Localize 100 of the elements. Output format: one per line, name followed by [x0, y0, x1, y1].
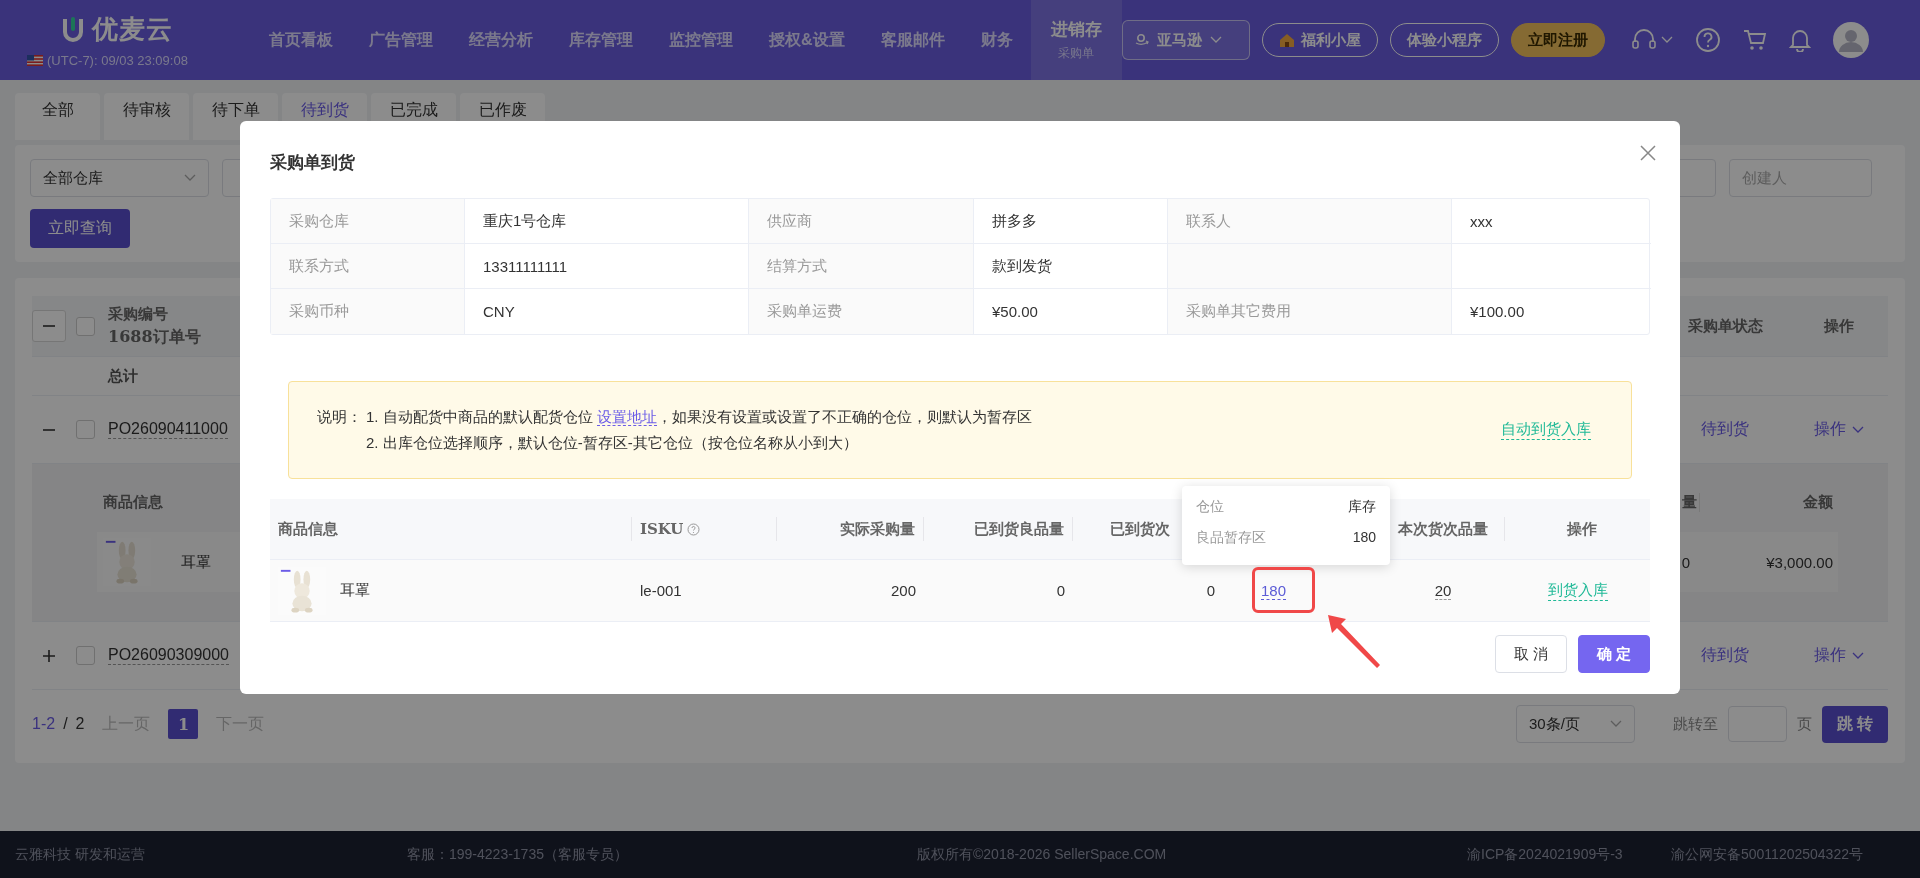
column-header: 1688订单号 [108, 326, 201, 349]
info-label: 联系方式 [289, 256, 349, 276]
page-separator: / [63, 715, 68, 733]
cancel-button[interactable]: 取 消 [1494, 635, 1567, 673]
nav-menu-item[interactable]: 经营分析 [469, 29, 533, 51]
dialog-title: 采购单到货 [270, 152, 355, 174]
notice-text: 2. 出库仓位选择顺序，默认仓位-暂存区-其它仓位（按仓位名称从小到大） [366, 434, 859, 452]
tab[interactable]: 全部 [15, 93, 100, 140]
checkbox[interactable] [76, 316, 95, 336]
arrow-icon [1326, 613, 1382, 669]
order-number-link[interactable]: PO26090411000 [108, 420, 228, 439]
info-label: 供应商 [767, 211, 812, 231]
cart-icon[interactable] [1742, 28, 1767, 52]
info-label: 联系人 [1186, 211, 1231, 231]
tab[interactable]: 待审核 [104, 93, 189, 140]
checkbox[interactable] [76, 420, 95, 439]
info-value: 款到发货 [992, 256, 1052, 276]
house-icon [1278, 32, 1295, 48]
info-label: 结算方式 [767, 256, 827, 276]
order-number-link[interactable]: PO26090309000 [108, 646, 229, 665]
goto-label: 跳转至 [1673, 714, 1718, 734]
info-value: xxx [1470, 212, 1493, 230]
footer-text: 云雅科技 研发和运营 [15, 845, 146, 864]
checkbox[interactable] [76, 646, 95, 665]
nav-menu-item[interactable]: 库存管理 [569, 29, 633, 51]
chevron-down-icon [1852, 425, 1864, 434]
flag-icon [27, 55, 43, 66]
actions-menu[interactable]: 操作 [1814, 645, 1864, 666]
quantity-field[interactable]: 20 [1434, 581, 1452, 600]
receive-link[interactable]: 到货入库 [1547, 580, 1608, 601]
table-cell: 0 [1206, 582, 1215, 599]
page-size-select[interactable]: 30条/页 [1516, 705, 1635, 743]
bell-icon[interactable] [1788, 28, 1811, 52]
nav-menu-item[interactable]: 监控管理 [669, 29, 733, 51]
tooltip-cell-text: 良品暂存区 [1196, 528, 1267, 547]
help-icon[interactable] [687, 522, 701, 536]
auto-receive-link[interactable]: 自动到货入库 [1501, 420, 1591, 440]
confirm-button[interactable]: 确 定 [1577, 635, 1650, 673]
notice-text: 1. 自动配货中商品的默认配货仓位 设置地址，如果没有设置或设置了不正确的仓位，则默认为暂存区 [366, 408, 1032, 426]
nav-menu-item[interactable]: 首页看板 [269, 29, 333, 51]
page-unit: 页 [1797, 714, 1812, 734]
stock-link[interactable]: 180 [1261, 581, 1287, 600]
column-header: 采购单状态 [1686, 316, 1764, 336]
nav-menu-item[interactable]: 财务 [980, 29, 1013, 51]
footer-text: 客服：199-4223-1735（客服专员） [407, 845, 629, 864]
tooltip-header: 库存 [1348, 498, 1376, 516]
product-name: 耳罩 [181, 552, 211, 572]
product-name: 耳罩 [340, 581, 370, 600]
nav-menu-item[interactable]: 授权&设置 [769, 29, 845, 51]
query-button[interactable]: 立即查询 [30, 209, 130, 248]
column-header: 金额 [1802, 492, 1834, 512]
footer-link[interactable]: 渝公网安备50011202504322号 [1671, 845, 1920, 864]
table-cell-text: 0 [1680, 553, 1691, 571]
clock-text: (UTC-7): 09/03 23:09:08 [47, 53, 188, 68]
highlight-frame [1252, 567, 1315, 613]
column-header: 商品信息 [103, 492, 163, 512]
warehouse-select[interactable]: 全部仓库 [30, 159, 209, 197]
info-value: CNY [483, 303, 515, 320]
footer-link[interactable]: 渝ICP备2024021909号-3 [1467, 845, 1671, 864]
column-header: 操作 [1566, 519, 1597, 539]
logo-text: 优麦云 [92, 13, 173, 46]
column-header: 已到货良品量 [974, 519, 1064, 539]
nav-menu-item[interactable]: 广告管理 [369, 29, 433, 51]
status-text: 待到货 [1701, 419, 1749, 439]
chevron-down-icon [1660, 36, 1673, 44]
tooltip-header: 仓位 [1196, 498, 1225, 516]
info-label: 采购币种 [289, 302, 349, 321]
table-cell: 200 [890, 582, 916, 599]
avatar-icon[interactable] [1832, 22, 1869, 58]
table-cell: le-001 [640, 582, 682, 599]
info-label: 采购仓库 [289, 211, 349, 231]
column-header: 实际采购量 [840, 519, 915, 539]
chevron-down-icon [1610, 720, 1622, 728]
actions-menu[interactable]: 操作 [1814, 419, 1864, 440]
column-header: ISKU [640, 520, 684, 538]
status-text: 待到货 [1701, 645, 1749, 665]
tooltip-cell-text: 180 [1351, 528, 1376, 547]
info-value: ¥50.00 [992, 303, 1038, 320]
set-address-link[interactable]: 设置地址 [596, 408, 657, 426]
info-label: 采购单运费 [767, 302, 842, 321]
logo-icon [62, 14, 84, 45]
column-header: 本次货次品量 [1397, 519, 1488, 539]
plus-icon[interactable] [42, 648, 56, 663]
footer-text: 版权所有©2018-2026 SellerSpace.COM [917, 845, 1168, 864]
page-range: 1-2 [32, 715, 56, 733]
notice-label: 说明： [317, 408, 362, 426]
header-button[interactable]: 立即注册 [1510, 23, 1605, 57]
close-icon[interactable] [1640, 145, 1656, 161]
chevron-down-icon [184, 174, 196, 182]
column-header: 已到货次 [1110, 519, 1170, 539]
table-cell-text: ¥3,000.00 [1765, 553, 1834, 571]
nav-menu-item[interactable]: 客服邮件 [880, 29, 945, 51]
page-total: 2 [75, 715, 85, 733]
info-value: 13311111111 [483, 257, 567, 275]
page-button[interactable]: 1 [168, 709, 199, 739]
column-header: 操作 [1823, 316, 1855, 336]
collapse-button[interactable] [32, 310, 66, 342]
goto-button[interactable]: 跳 转 [1822, 705, 1888, 743]
info-value: 拼多多 [992, 211, 1037, 231]
info-value: 重庆1号仓库 [483, 211, 567, 231]
